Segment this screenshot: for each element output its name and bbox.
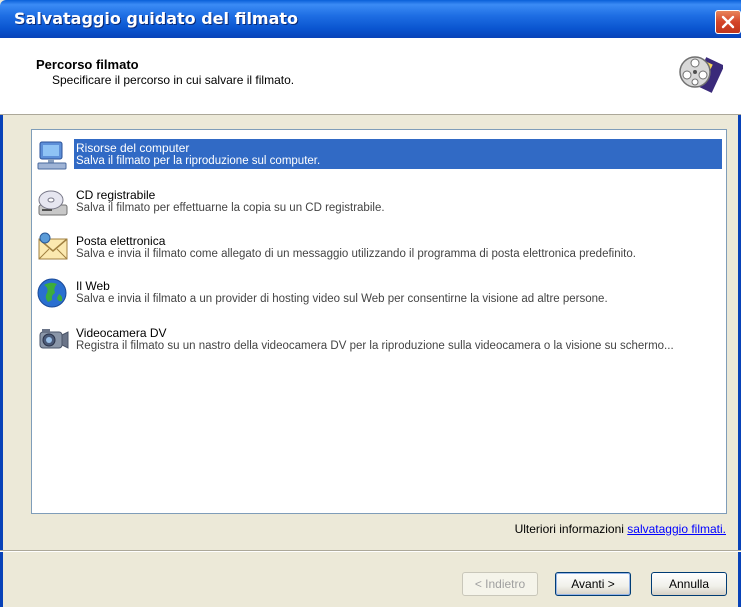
option-name: Risorse del computer	[76, 141, 190, 155]
title-bar[interactable]: Salvataggio guidato del filmato	[0, 0, 741, 38]
option-name: CD registrabile	[76, 188, 156, 202]
close-icon	[721, 15, 735, 29]
more-info: Ulteriori informazioni salvataggio filma…	[515, 522, 726, 536]
cancel-button[interactable]: Annulla	[651, 572, 727, 596]
close-button[interactable]	[715, 10, 741, 34]
window-border-left	[0, 38, 3, 607]
computer-icon	[37, 141, 67, 170]
globe-icon	[37, 278, 67, 308]
list-item-videocamera-dv[interactable]: Videocamera DV Registra il filmato su un…	[34, 323, 722, 355]
divider-highlight	[0, 551, 741, 552]
camcorder-icon	[39, 329, 69, 349]
list-item-cd-registrabile[interactable]: CD registrabile Salva il filmato per eff…	[34, 185, 722, 217]
list-item-posta-elettronica[interactable]: Posta elettronica Salva e invia il filma…	[34, 231, 722, 263]
cd-drive-icon	[38, 190, 68, 216]
option-description: Salva e invia il filmato a un provider d…	[76, 293, 608, 305]
back-button[interactable]: < Indietro	[462, 572, 538, 596]
wizard-header: Percorso filmato Specificare il percorso…	[0, 38, 741, 115]
page-subtitle: Specificare il percorso in cui salvare i…	[52, 73, 295, 87]
email-envelope-icon	[38, 232, 68, 260]
option-name: Videocamera DV	[76, 326, 167, 340]
option-name: Il Web	[76, 279, 110, 293]
option-name: Posta elettronica	[76, 234, 166, 248]
list-item-risorse-computer[interactable]: Risorse del computer Salva il filmato pe…	[34, 138, 722, 170]
film-reel-icon	[679, 56, 723, 93]
next-button[interactable]: Avanti >	[555, 572, 631, 596]
destination-list[interactable]: Risorse del computer Salva il filmato pe…	[31, 129, 727, 514]
more-info-text: Ulteriori informazioni	[514, 522, 624, 536]
option-description: Salva e invia il filmato come allegato d…	[76, 248, 636, 260]
option-description: Salva il filmato per la riproduzione sul…	[76, 155, 321, 167]
list-item-il-web[interactable]: Il Web Salva e invia il filmato a un pro…	[34, 276, 722, 308]
option-description: Registra il filmato su un nastro della v…	[76, 340, 674, 352]
more-info-link[interactable]: salvataggio filmati.	[627, 522, 726, 536]
option-description: Salva il filmato per effettuarne la copi…	[76, 202, 385, 214]
page-title: Percorso filmato	[36, 57, 139, 72]
window-title: Salvataggio guidato del filmato	[14, 9, 299, 28]
wizard-window: Salvataggio guidato del filmato Percorso…	[0, 0, 741, 607]
